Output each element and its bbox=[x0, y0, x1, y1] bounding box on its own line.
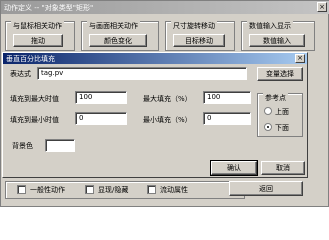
group-value-input-display-caption: 数值输入显示 bbox=[247, 21, 293, 31]
max-fill-percent-input[interactable]: 100 bbox=[203, 91, 251, 104]
reference-top-radio[interactable] bbox=[264, 107, 272, 115]
min-fill-value-label: 填充到最小时值 bbox=[10, 116, 59, 124]
group-size-rotate-move-caption: 尺寸旋转移动 bbox=[171, 21, 217, 31]
dialog-title: 垂直百分比填充 bbox=[6, 55, 55, 63]
group-mouse-actions-caption: 与鼠标相关动作 bbox=[11, 21, 64, 31]
max-fill-value-input[interactable]: 100 bbox=[75, 91, 127, 104]
show-hide-checkbox[interactable] bbox=[85, 185, 94, 194]
action-definition-titlebar: 动作定义 -- "对象类型"矩形" × bbox=[1, 1, 329, 14]
general-action-checkbox[interactable] bbox=[17, 185, 26, 194]
close-icon[interactable]: × bbox=[295, 54, 305, 63]
vertical-percent-fill-dialog: 垂直百分比填充 × 表达式 tag.pv 变量选择 填充到最大时值 100 最大… bbox=[2, 52, 308, 178]
target-move-button[interactable]: 目标移动 bbox=[173, 34, 225, 47]
variable-select-button[interactable]: 变量选择 bbox=[257, 67, 303, 81]
drag-button[interactable]: 拖动 bbox=[13, 34, 63, 47]
dialog-titlebar: 垂直百分比填充 × bbox=[3, 53, 307, 64]
close-icon[interactable]: × bbox=[317, 2, 327, 12]
reference-top-label: 上面 bbox=[275, 108, 289, 116]
general-action-label: 一般性动作 bbox=[30, 186, 65, 194]
group-screen-actions-caption: 与画面相关动作 bbox=[87, 21, 140, 31]
flow-property-checkbox[interactable] bbox=[147, 185, 156, 194]
return-button[interactable]: 返回 bbox=[229, 181, 303, 196]
background-color-label: 背景色 bbox=[12, 142, 33, 150]
min-fill-percent-label: 最小填充（%） bbox=[143, 116, 192, 124]
expression-input[interactable]: tag.pv bbox=[37, 67, 247, 80]
reference-bottom-radio[interactable] bbox=[264, 123, 272, 131]
min-fill-value-input[interactable]: 0 bbox=[75, 112, 127, 125]
max-fill-percent-label: 最大填充（%） bbox=[143, 95, 192, 103]
reference-point-caption: 参考点 bbox=[263, 93, 288, 103]
flow-property-label: 流动属性 bbox=[160, 186, 188, 194]
min-fill-percent-input[interactable]: 0 bbox=[203, 112, 251, 125]
cancel-button[interactable]: 取消 bbox=[261, 161, 305, 175]
confirm-button[interactable]: 确认 bbox=[210, 160, 258, 176]
show-hide-label: 显现/隐藏 bbox=[98, 186, 129, 194]
background-color-swatch[interactable] bbox=[45, 139, 75, 152]
action-definition-title: 动作定义 -- "对象类型"矩形" bbox=[4, 4, 94, 12]
reference-bottom-label: 下面 bbox=[275, 124, 289, 132]
color-change-button[interactable]: 颜色变化 bbox=[89, 34, 147, 47]
value-input-button[interactable]: 数值输入 bbox=[249, 34, 305, 47]
expression-label: 表达式 bbox=[10, 70, 31, 78]
max-fill-value-label: 填充到最大时值 bbox=[10, 95, 59, 103]
